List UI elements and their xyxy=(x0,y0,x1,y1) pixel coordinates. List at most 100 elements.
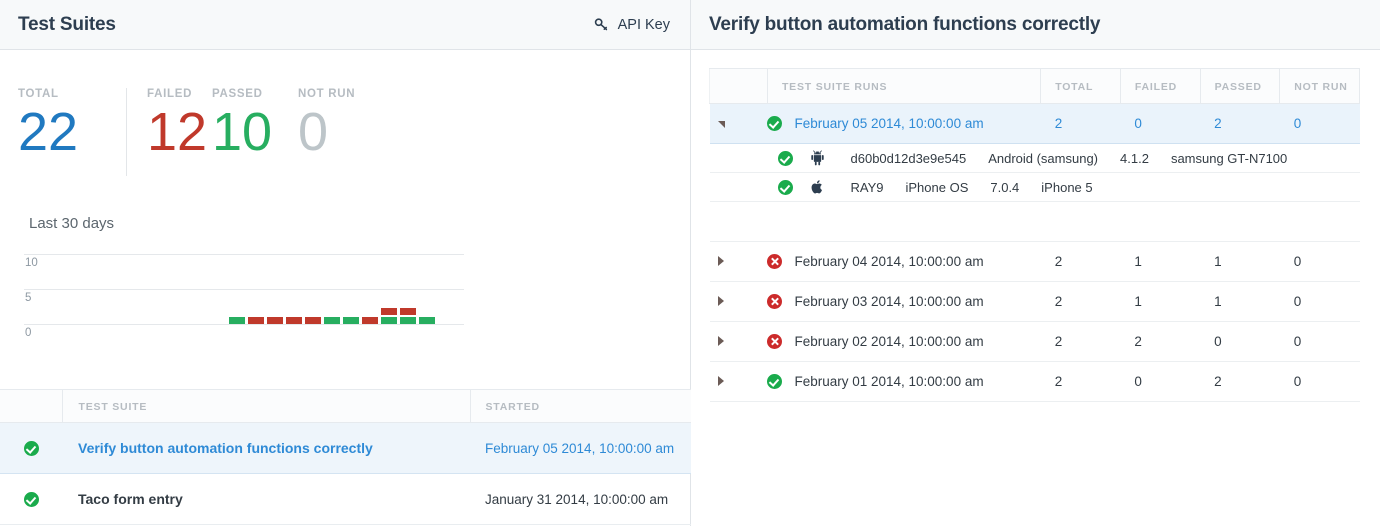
chart-bar[interactable] xyxy=(343,317,359,324)
run-date-label: February 05 2014, 10:00:00 am xyxy=(794,116,984,131)
chart-bar[interactable] xyxy=(324,317,340,324)
expand-toggle[interactable] xyxy=(709,361,768,402)
expand-toggle[interactable] xyxy=(709,281,768,322)
device-cell: RAY9 iPhone OS 7.0.4 iPhone 5 xyxy=(709,172,1360,202)
device-os: iPhone OS xyxy=(905,179,969,195)
run-passed-cell: 1 xyxy=(1200,241,1280,282)
run-total-cell: 2 xyxy=(1040,103,1121,144)
test-suite-runs-table-body: February 05 2014, 10:00:00 am 2 0 2 0 d60b0d1… xyxy=(709,103,1360,402)
chart-bar-segment-failed xyxy=(248,317,264,324)
suite-started-cell: January 31 2014, 10:00:00 am xyxy=(470,473,691,525)
col-started: STARTED xyxy=(470,389,691,423)
table-row[interactable]: February 01 2014, 10:00:00 am 2 0 2 0 xyxy=(709,361,1360,402)
run-failed-cell: 0 xyxy=(1120,361,1201,402)
col-failed: FAILED xyxy=(1120,68,1201,104)
suite-status-cell xyxy=(0,473,62,525)
chart-bar-segment-failed xyxy=(305,317,321,324)
table-row[interactable]: Taco form entry January 31 2014, 10:00:00… xyxy=(0,473,691,525)
run-not-run-cell: 0 xyxy=(1279,321,1360,362)
chart-bar[interactable] xyxy=(381,308,397,324)
error-circle-icon xyxy=(767,294,783,309)
col-status xyxy=(0,389,63,423)
history-chart: Last 30 days 10 5 0 xyxy=(0,215,691,339)
run-name-cell[interactable]: February 03 2014, 10:00:00 am xyxy=(767,281,1041,322)
chart-bar[interactable] xyxy=(286,317,302,324)
gridline-0 xyxy=(24,324,464,325)
expand-toggle[interactable] xyxy=(709,241,768,282)
table-row[interactable]: February 05 2014, 10:00:00 am 2 0 2 0 xyxy=(709,103,1360,144)
device-status xyxy=(777,150,810,166)
device-version: 4.1.2 xyxy=(1120,150,1149,166)
table-row[interactable]: February 02 2014, 10:00:00 am 2 2 0 0 xyxy=(709,321,1360,362)
run-not-run-cell: 0 xyxy=(1279,281,1360,322)
chart-bar-segment-passed xyxy=(381,317,397,324)
run-cell-inner: February 01 2014, 10:00:00 am xyxy=(767,374,1040,389)
chart-bar[interactable] xyxy=(229,317,245,324)
triangle-right-icon xyxy=(717,336,724,346)
suite-started-cell[interactable]: February 05 2014, 10:00:00 am xyxy=(470,422,691,474)
run-name-cell[interactable]: February 04 2014, 10:00:00 am xyxy=(767,241,1041,282)
stat-failed-value: 12 xyxy=(147,102,208,162)
table-row[interactable]: February 03 2014, 10:00:00 am 2 1 1 0 xyxy=(709,281,1360,322)
chart-bar-segment-passed xyxy=(229,317,245,324)
check-circle-icon xyxy=(777,150,793,166)
run-name-cell[interactable]: February 01 2014, 10:00:00 am xyxy=(767,361,1041,402)
stat-passed-value: 10 xyxy=(212,102,273,162)
chart-bar[interactable] xyxy=(400,308,416,324)
run-name-cell[interactable]: February 02 2014, 10:00:00 am xyxy=(767,321,1041,362)
expand-toggle[interactable] xyxy=(709,321,768,362)
chart-bar-segment-passed xyxy=(324,317,340,324)
run-failed-cell: 1 xyxy=(1120,281,1201,322)
expand-toggle[interactable] xyxy=(709,103,768,144)
run-name-cell[interactable]: February 05 2014, 10:00:00 am xyxy=(767,103,1041,144)
table-row[interactable]: Verify button automation functions corre… xyxy=(0,422,691,474)
chart-bar-segment-failed xyxy=(267,317,283,324)
stat-failed: FAILED 12 xyxy=(126,88,212,176)
run-passed-cell: 2 xyxy=(1200,103,1280,144)
chart-bar[interactable] xyxy=(362,317,378,324)
error-circle-icon xyxy=(767,254,783,269)
chart-bar-segment-failed xyxy=(381,308,397,315)
suite-detail-panel: Verify button automation functions corre… xyxy=(691,0,1380,526)
check-circle-icon xyxy=(23,491,39,507)
suite-name-link[interactable]: Verify button automation functions corre… xyxy=(62,422,470,474)
run-total-cell: 2 xyxy=(1040,241,1121,282)
android-icon xyxy=(810,150,851,166)
device-row[interactable]: d60b0d12d3e9e545 Android (samsung) 4.1.2 sa… xyxy=(709,143,1360,173)
chart-bar[interactable] xyxy=(267,317,283,324)
chart-plot-area: 10 5 0 xyxy=(24,254,464,339)
col-passed: PASSED xyxy=(1200,68,1281,104)
stat-not-run-value: 0 xyxy=(298,102,329,162)
chart-bar[interactable] xyxy=(305,317,321,324)
chart-bar[interactable] xyxy=(248,317,264,324)
triangle-right-icon xyxy=(717,376,724,386)
device-version: 7.0.4 xyxy=(990,179,1020,195)
run-cell-inner: February 02 2014, 10:00:00 am xyxy=(767,334,1040,349)
test-suites-table: TEST SUITE STARTED Verify button automat… xyxy=(0,389,691,525)
table-row[interactable]: February 04 2014, 10:00:00 am 2 1 1 0 xyxy=(709,241,1360,282)
run-date-label: February 03 2014, 10:00:00 am xyxy=(794,294,984,309)
test-suite-runs-table-wrap: TEST SUITE RUNS TOTAL FAILED PASSED NOT … xyxy=(691,50,1380,402)
chart-title: Last 30 days xyxy=(29,215,115,232)
test-suites-table-wrap: TEST SUITE STARTED Verify button automat… xyxy=(0,389,691,525)
chart-bar-segment-failed xyxy=(286,317,302,324)
stat-total-label: TOTAL xyxy=(18,88,59,100)
api-key-label: API Key xyxy=(617,16,670,33)
chart-bar-segment-failed xyxy=(400,308,416,315)
chart-bar[interactable] xyxy=(419,317,435,324)
suite-detail-title: Verify button automation functions corre… xyxy=(709,13,1101,35)
right-panel-header: Verify button automation functions corre… xyxy=(691,0,1380,50)
ytick-0: 0 xyxy=(25,327,32,339)
api-key-button[interactable]: API Key xyxy=(594,17,670,33)
chart-bar-segment-passed xyxy=(343,317,359,324)
apple-icon xyxy=(810,179,851,195)
summary-stats: TOTAL 22 FAILED 12 PASSED 10 NOT RUN 0 xyxy=(0,0,384,176)
device-row[interactable]: RAY9 iPhone OS 7.0.4 iPhone 5 xyxy=(709,172,1360,202)
stat-total-value: 22 xyxy=(18,102,79,162)
table-header-row: TEST SUITE STARTED xyxy=(0,389,691,423)
check-circle-icon xyxy=(777,179,793,195)
run-not-run-cell: 0 xyxy=(1279,241,1360,282)
device-model: samsung GT-N7100 xyxy=(1170,150,1288,166)
suite-name-link[interactable]: Taco form entry xyxy=(62,473,470,525)
suite-status-cell xyxy=(0,422,62,474)
